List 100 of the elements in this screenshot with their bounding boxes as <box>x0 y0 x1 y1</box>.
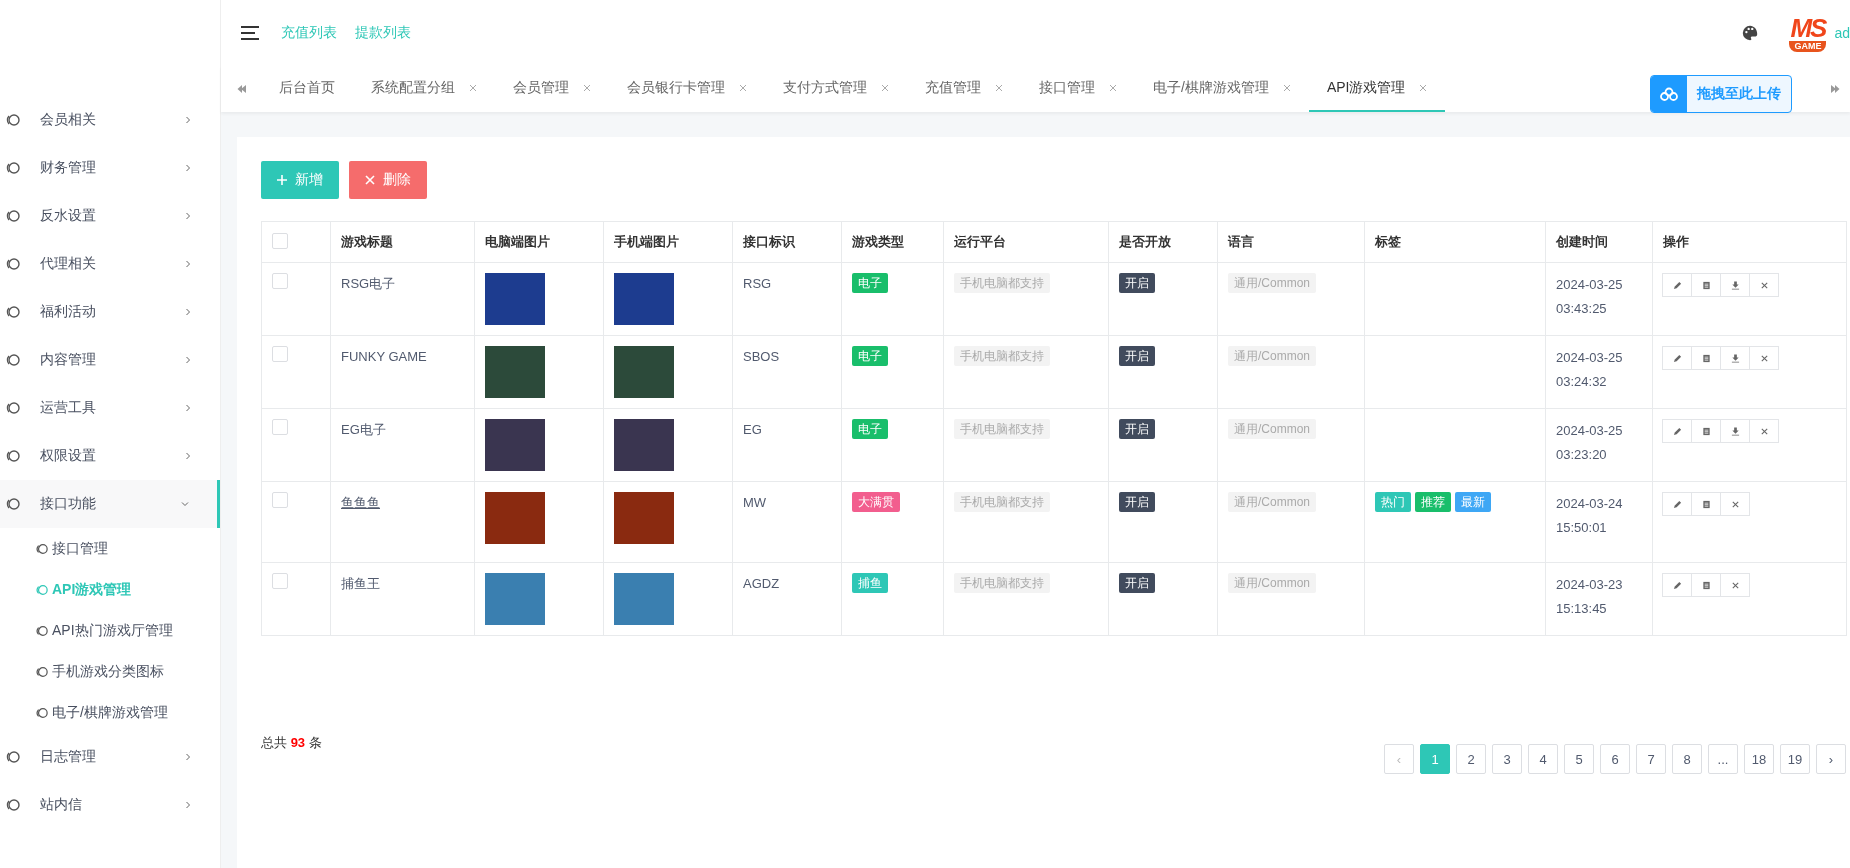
page-button[interactable]: 5 <box>1564 744 1594 774</box>
palette-icon[interactable] <box>1741 24 1760 42</box>
column-header: 运行平台 <box>954 234 1006 249</box>
sidebar-item[interactable]: 代理相关 <box>0 240 220 288</box>
close-icon <box>1730 499 1740 509</box>
sidebar-subitem[interactable]: 电子/棋牌游戏管理 <box>0 692 220 733</box>
tab[interactable]: API游戏管理 <box>1308 66 1446 112</box>
ring-icon <box>36 665 48 678</box>
edit-button[interactable] <box>1662 346 1692 370</box>
created-date: 2024-03-24 <box>1556 495 1624 513</box>
delete-button[interactable] <box>1749 273 1779 297</box>
page-button[interactable]: 18 <box>1744 744 1774 774</box>
sidebar-item[interactable]: 会员相关 <box>0 96 220 144</box>
page-button[interactable]: 19 <box>1780 744 1810 774</box>
tab[interactable]: 电子/棋牌游戏管理 <box>1135 66 1309 112</box>
close-icon[interactable] <box>1282 84 1291 92</box>
row-checkbox[interactable] <box>272 346 288 362</box>
page-button[interactable]: 6 <box>1600 744 1630 774</box>
sidebar-subitem[interactable]: 手机游戏分类图标 <box>0 651 220 692</box>
interface-code: AGDZ <box>743 575 781 593</box>
game-type-tag: 电子 <box>852 419 888 439</box>
sidebar-item[interactable]: 权限设置 <box>0 432 220 480</box>
delete-button[interactable] <box>1749 346 1779 370</box>
photo-placeholder <box>485 346 545 398</box>
edit-button[interactable] <box>1662 492 1692 516</box>
tab[interactable]: 会员银行卡管理 <box>609 66 765 112</box>
detail-button[interactable] <box>1691 273 1721 297</box>
label-tag: 最新 <box>1455 492 1491 512</box>
close-icon[interactable] <box>739 84 747 92</box>
delete-button[interactable] <box>1749 419 1779 443</box>
status-tag: 开启 <box>1119 273 1155 293</box>
platform-tag: 手机电脑都支持 <box>954 573 1050 593</box>
tab[interactable]: 充值管理 <box>907 66 1021 112</box>
tab[interactable]: 后台首页 <box>261 66 353 112</box>
sidebar-item[interactable]: 福利活动 <box>0 288 220 336</box>
skip-forward-icon[interactable] <box>1830 85 1840 93</box>
sidebar-item[interactable]: 接口功能 <box>0 480 220 528</box>
detail-button[interactable] <box>1691 419 1721 443</box>
edit-button[interactable] <box>1662 273 1692 297</box>
row-checkbox[interactable] <box>272 573 288 589</box>
detail-button[interactable] <box>1691 346 1721 370</box>
tab[interactable]: 会员管理 <box>495 66 609 112</box>
row-checkbox[interactable] <box>272 273 288 289</box>
skip-back-icon[interactable] <box>237 85 247 93</box>
photo-placeholder <box>485 419 545 471</box>
download-button[interactable] <box>1720 346 1750 370</box>
menu-icon[interactable] <box>239 25 261 41</box>
page-button[interactable]: 3 <box>1492 744 1522 774</box>
photo-placeholder <box>485 273 545 325</box>
page-button[interactable]: 8 <box>1672 744 1702 774</box>
row-checkbox[interactable] <box>272 492 288 508</box>
download-button[interactable] <box>1720 419 1750 443</box>
sidebar-item[interactable]: 站内信 <box>0 781 220 829</box>
sidebar-item[interactable]: 运营工具 <box>0 384 220 432</box>
chevron-icon <box>184 308 192 316</box>
download-button[interactable] <box>1720 273 1750 297</box>
edit-button[interactable] <box>1662 419 1692 443</box>
detail-button[interactable] <box>1691 492 1721 516</box>
status-tag: 开启 <box>1119 419 1155 439</box>
next-page-button[interactable]: › <box>1816 744 1846 774</box>
created-date: 2024-03-25 <box>1556 422 1624 440</box>
ring-icon <box>6 353 20 367</box>
close-icon[interactable] <box>881 84 889 92</box>
total-count-text: 总共 93 条 <box>261 734 322 752</box>
created-date: 2024-03-25 <box>1556 276 1624 294</box>
sidebar-item[interactable]: 反水设置 <box>0 192 220 240</box>
document-icon <box>1701 353 1711 363</box>
detail-button[interactable] <box>1691 573 1721 597</box>
page-button[interactable]: 4 <box>1528 744 1558 774</box>
close-icon[interactable] <box>1109 84 1117 92</box>
tab[interactable]: 支付方式管理 <box>765 66 907 112</box>
select-all-checkbox[interactable] <box>272 232 288 249</box>
sidebar-subitem[interactable]: 接口管理 <box>0 528 220 569</box>
close-icon[interactable] <box>469 84 477 92</box>
close-icon[interactable] <box>995 84 1003 92</box>
pencil-icon <box>1672 280 1682 290</box>
sidebar-item[interactable]: 财务管理 <box>0 144 220 192</box>
sidebar-item[interactable]: 内容管理 <box>0 336 220 384</box>
ring-icon <box>36 624 48 637</box>
edit-button[interactable] <box>1662 573 1692 597</box>
page-button[interactable]: 7 <box>1636 744 1666 774</box>
close-icon[interactable] <box>583 84 591 92</box>
created-time: 15:13:45 <box>1556 600 1608 618</box>
column-header: 电脑端图片 <box>485 234 550 249</box>
row-checkbox[interactable] <box>272 419 288 435</box>
column-header: 标签 <box>1375 234 1401 249</box>
created-time: 15:50:01 <box>1556 519 1608 537</box>
column-header: 游戏标题 <box>341 234 393 249</box>
sidebar-item[interactable]: 日志管理 <box>0 733 220 781</box>
interface-code: RSG <box>743 275 773 293</box>
document-icon <box>1701 499 1711 509</box>
tab[interactable]: 系统配置分组 <box>353 66 495 112</box>
column-header: 接口标识 <box>743 234 795 249</box>
close-icon <box>1759 280 1769 290</box>
sidebar-subitem[interactable]: API热门游戏厅管理 <box>0 610 220 651</box>
tab[interactable]: 接口管理 <box>1021 66 1135 112</box>
close-icon[interactable] <box>1419 84 1428 92</box>
page-button[interactable]: 2 <box>1456 744 1486 774</box>
page-button[interactable]: ... <box>1708 744 1738 774</box>
game-title: RSG电子 <box>341 275 397 293</box>
